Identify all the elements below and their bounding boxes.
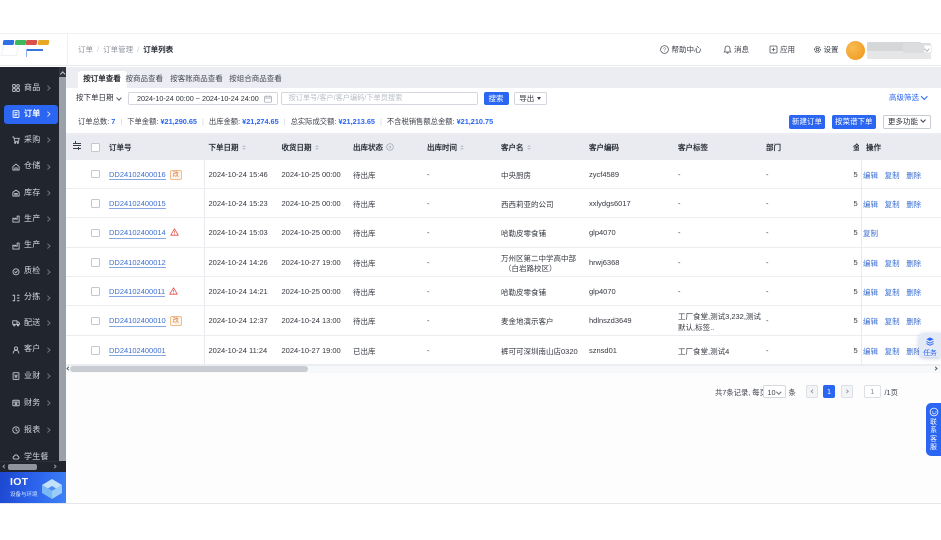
svg-text:?: ?	[663, 47, 666, 53]
svg-text:?: ?	[389, 145, 392, 151]
